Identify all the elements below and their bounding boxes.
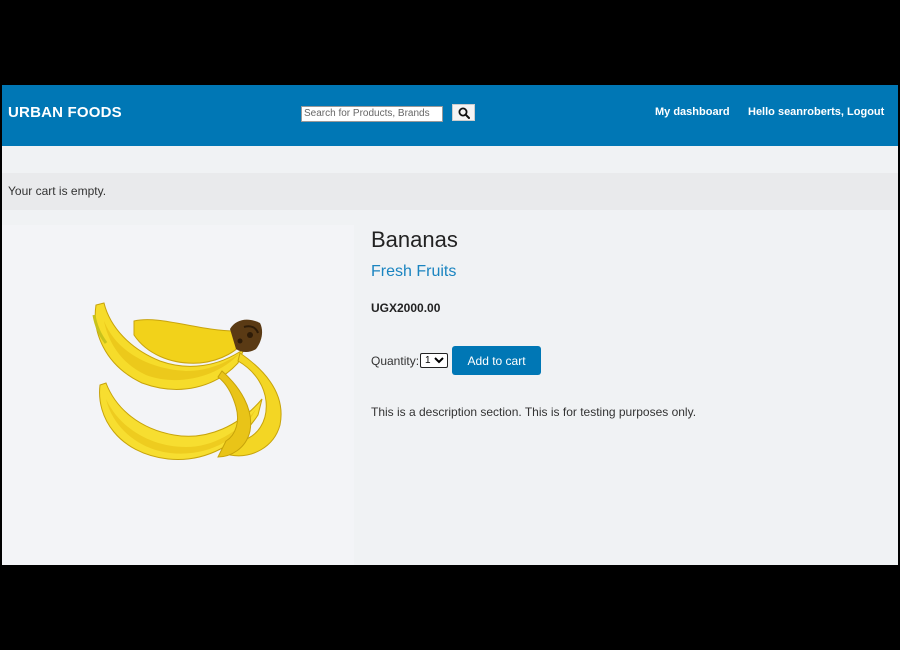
brand-logo[interactable]: URBAN FOODS: [8, 104, 122, 121]
product-category-link[interactable]: Fresh Fruits: [371, 263, 456, 281]
search-form: [301, 104, 475, 122]
search-button[interactable]: [452, 104, 475, 121]
cart-status-bar: Your cart is empty.: [2, 173, 898, 210]
product-description: This is a description section. This is f…: [371, 405, 697, 419]
search-icon: [458, 107, 470, 119]
nav-greeting-logout-link[interactable]: Hello seanroberts, Logout: [748, 106, 884, 118]
cart-status-text: Your cart is empty.: [8, 184, 107, 198]
product-title: Bananas: [371, 227, 458, 252]
search-input[interactable]: [301, 105, 443, 122]
quantity-label: Quantity:: [371, 353, 420, 368]
banana-image: [92, 302, 282, 461]
product-image-panel: [2, 225, 354, 565]
product-price: UGX2000.00: [371, 301, 441, 315]
app-viewport: URBAN FOODS My dashboard Hello seanrober…: [2, 85, 898, 565]
add-to-cart-button[interactable]: Add to cart: [452, 346, 542, 375]
quantity-select[interactable]: 1: [420, 353, 449, 368]
top-navbar: URBAN FOODS My dashboard Hello seanrober…: [2, 85, 898, 146]
add-to-cart-form: Quantity: 1 Add to cart: [371, 346, 542, 375]
nav-dashboard-link[interactable]: My dashboard: [655, 106, 730, 118]
